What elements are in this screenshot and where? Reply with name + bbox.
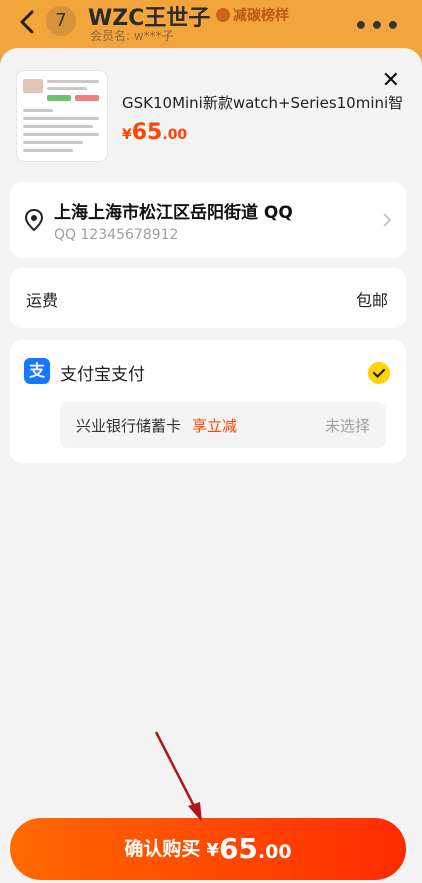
more-options-icon[interactable]: ••• <box>354 14 402 39</box>
leaf-icon <box>216 8 230 22</box>
bank-status: 未选择 <box>324 417 370 435</box>
location-pin-icon <box>24 208 44 232</box>
bank-promo: 享立减 <box>192 417 238 435</box>
back-arrow-icon[interactable] <box>14 8 42 36</box>
shipping-card: 运费 包邮 <box>10 268 406 328</box>
unread-count-badge: 7 <box>46 6 76 36</box>
address-line: 上海上海市松江区岳阳街道 QQ <box>54 203 293 223</box>
product-title: GSK10Mini新款watch+Series10mini智 <box>122 94 402 112</box>
payment-card: 支 支付宝支付 兴业银行储蓄卡 享立减 未选择 <box>10 340 406 463</box>
bank-card-option[interactable]: 兴业银行储蓄卡 享立减 未选择 <box>60 402 386 448</box>
address-contact: QQ 12345678912 <box>54 227 179 243</box>
product-thumbnail <box>16 70 108 162</box>
purchase-sheet: ✕ GSK10Mini新款watch+Series10mini智 ¥65.00 … <box>0 48 422 883</box>
confirm-purchase-button[interactable]: 确认购买 ¥65.00 <box>10 818 406 880</box>
alipay-icon: 支 <box>24 358 50 384</box>
shipping-value: 包邮 <box>355 291 388 310</box>
member-name: 会员名: w***子 <box>90 29 174 43</box>
carbon-badge: 减碳榜样 <box>216 5 289 25</box>
close-icon[interactable]: ✕ <box>382 68 400 93</box>
check-icon[interactable] <box>368 362 390 384</box>
chevron-right-icon <box>383 213 392 227</box>
shipping-label: 运费 <box>26 291 59 310</box>
payment-method-label[interactable]: 支付宝支付 <box>60 360 145 385</box>
product-price: ¥65.00 <box>122 120 188 145</box>
address-card[interactable]: 上海上海市松江区岳阳街道 QQ QQ 12345678912 <box>10 182 406 258</box>
bank-label: 兴业银行储蓄卡 <box>76 417 182 435</box>
